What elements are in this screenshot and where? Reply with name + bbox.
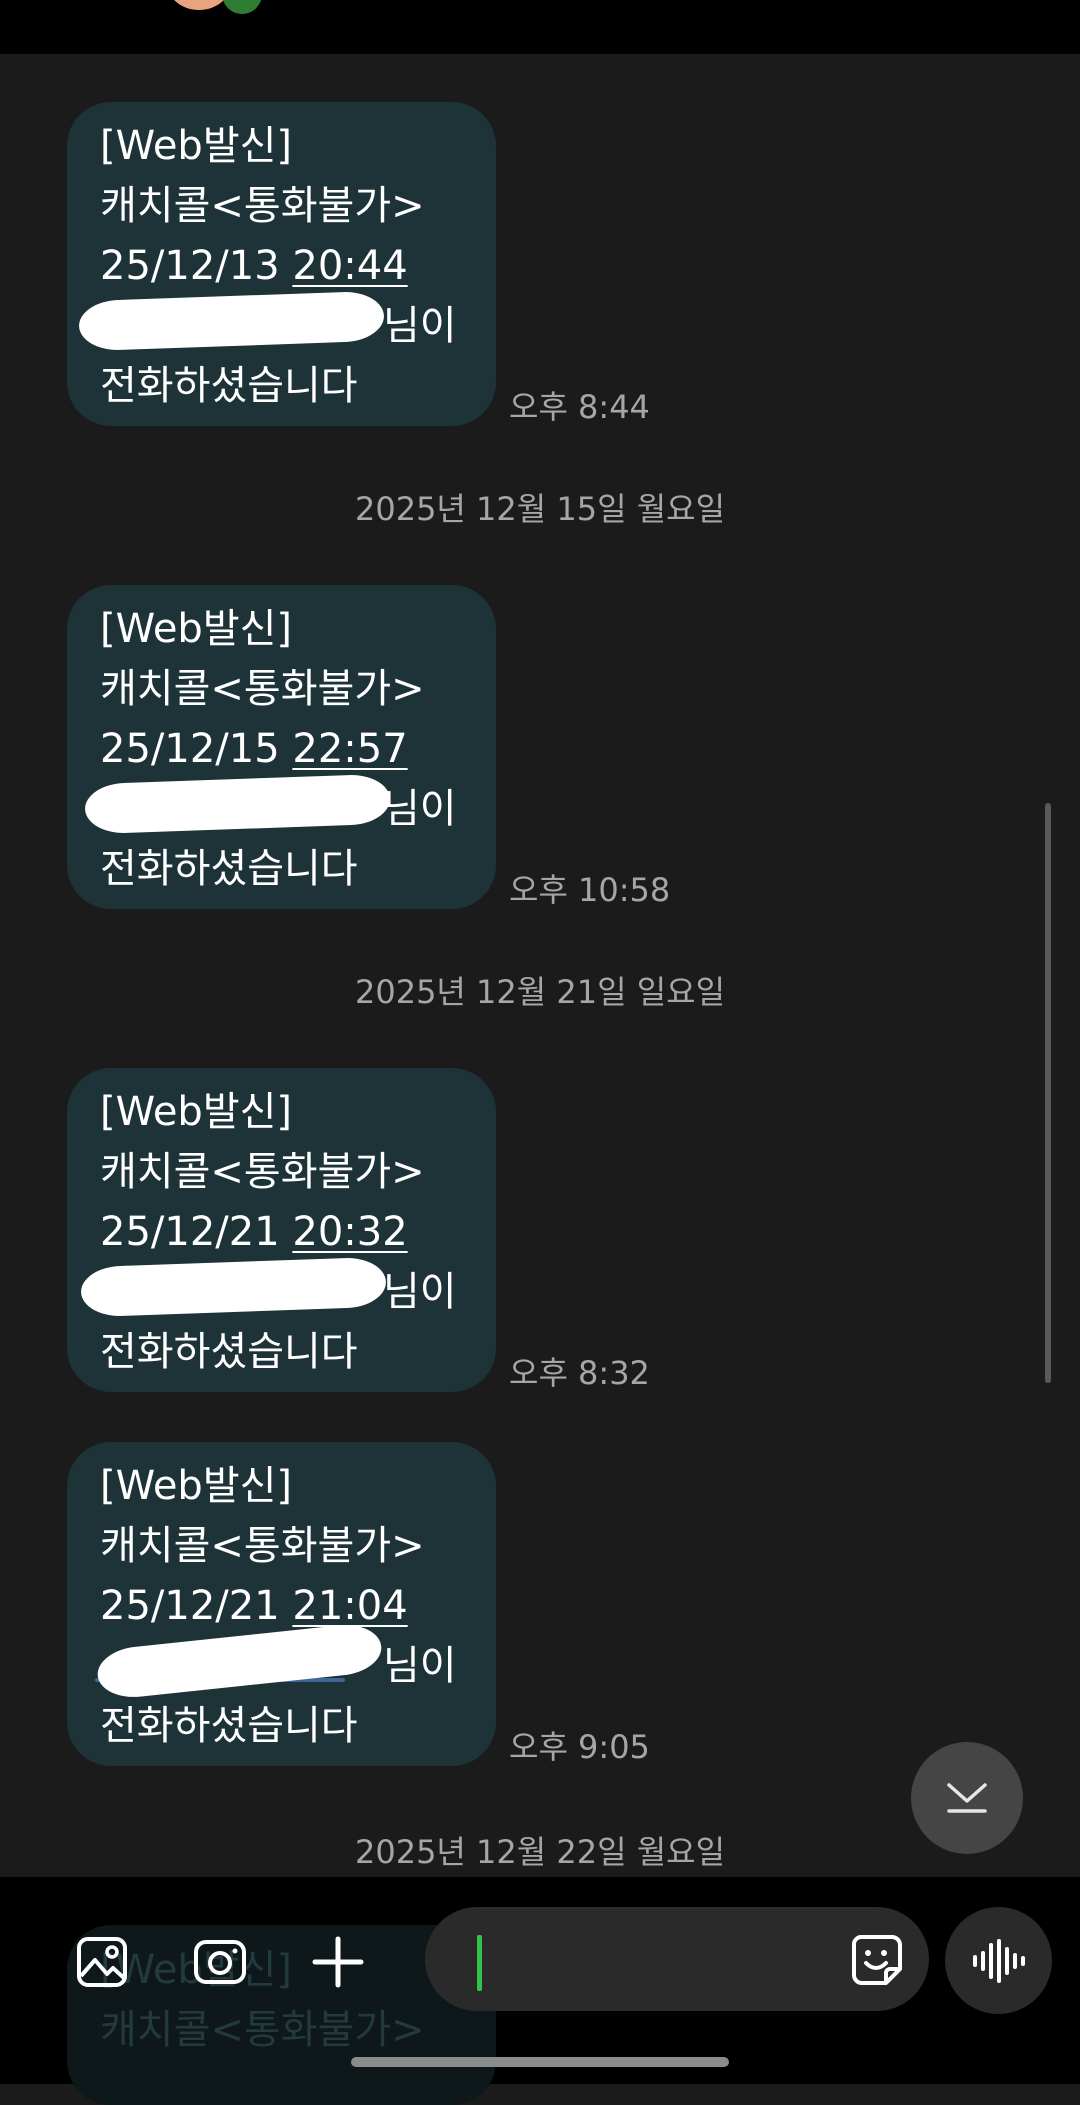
message-timestamp: 오후 8:32 [509, 1354, 650, 1392]
message-suffix: 님이 [383, 1643, 457, 1689]
camera-button[interactable] [192, 1934, 248, 1990]
message-line: 캐치콜<통화불가> [100, 1523, 425, 1569]
message-input[interactable] [425, 1907, 929, 2011]
message-bubble[interactable]: [Web발신] 캐치콜<통화불가> 25/12/13 20:44 전화하셨습니다… [67, 102, 496, 426]
message-line: [Web발신] [100, 1463, 293, 1509]
message-time-link[interactable]: 20:32 [292, 1209, 407, 1255]
message-datetime: 25/12/21 21:04 [100, 1576, 476, 1636]
gallery-icon [77, 1937, 127, 1987]
message-line: 캐치콜<통화불가> [100, 666, 425, 712]
message-date: 25/12/21 [100, 1209, 280, 1255]
message-date: 25/12/21 [100, 1583, 280, 1629]
voice-record-button[interactable] [945, 1907, 1052, 2014]
message-date: 25/12/15 [100, 726, 280, 772]
message-datetime: 25/12/13 20:44 [100, 236, 476, 296]
message-datetime: 25/12/21 20:32 [100, 1202, 476, 1262]
add-attachment-button[interactable] [310, 1934, 366, 1990]
date-separator: 2025년 12월 15일 월요일 [354, 490, 726, 528]
gallery-button[interactable] [74, 1934, 130, 1990]
date-separator: 2025년 12월 21일 일요일 [354, 973, 726, 1011]
message-line: [Web발신] [100, 123, 293, 169]
voice-wave-icon [972, 1938, 1025, 1983]
message-line: 전화하셨습니다 [100, 1329, 358, 1375]
message-time-link[interactable]: 21:04 [292, 1583, 407, 1629]
message-time-link[interactable]: 20:44 [292, 243, 407, 289]
message-suffix: 님이 [383, 1269, 457, 1315]
camera-icon [194, 1940, 246, 1984]
message-line: 전화하셨습니다 [100, 363, 358, 409]
message-line: [Web발신] [100, 606, 293, 652]
avatar-badge-icon [222, 0, 262, 14]
sticker-button[interactable] [848, 1931, 904, 1987]
date-separator: 2025년 12월 22일 월요일 [354, 1833, 726, 1871]
scroll-to-bottom-button[interactable] [911, 1742, 1023, 1854]
message-line: 전화하셨습니다 [100, 1703, 358, 1749]
text-cursor [477, 1935, 482, 1991]
message-line: [Web발신] [100, 1089, 293, 1135]
ghost-message-text: [Web발신] 캐치콜<통화불가> [100, 1947, 425, 2053]
message-line: 캐치콜<통화불가> [100, 183, 425, 229]
message-line: 캐치콜<통화불가> [100, 1149, 425, 1195]
message-bubble[interactable]: [Web발신] 캐치콜<통화불가> 25/12/21 20:32 전화하셨습니다… [67, 1068, 496, 1392]
message-bubble[interactable]: [Web발신] 캐치콜<통화불가> 25/12/21 21:04 전화하셨습니다… [67, 1442, 496, 1766]
message-bubble[interactable]: [Web발신] 캐치콜<통화불가> 25/12/15 22:57 전화하셨습니다… [67, 585, 496, 909]
message-suffix: 님이 [383, 303, 457, 349]
message-date: 25/12/13 [100, 243, 280, 289]
message-time-link[interactable]: 22:57 [292, 726, 407, 772]
message-line: 전화하셨습니다 [100, 846, 358, 892]
message-timestamp: 오후 8:44 [509, 388, 650, 426]
sticker-icon [852, 1935, 902, 1985]
message-timestamp: 오후 10:58 [509, 871, 671, 909]
home-indicator[interactable] [351, 2057, 729, 2067]
plus-icon [312, 1936, 364, 1988]
message-timestamp: 오후 9:05 [509, 1728, 650, 1766]
scroll-down-icon [947, 1783, 987, 1813]
top-bar [0, 0, 1080, 54]
redaction-mark [80, 1256, 387, 1318]
avatar[interactable] [168, 0, 230, 10]
scrollbar-thumb[interactable] [1045, 803, 1051, 1383]
message-datetime: 25/12/15 22:57 [100, 719, 476, 779]
redaction-mark [84, 773, 391, 835]
redaction-mark [78, 290, 385, 352]
message-suffix: 님이 [383, 786, 457, 832]
